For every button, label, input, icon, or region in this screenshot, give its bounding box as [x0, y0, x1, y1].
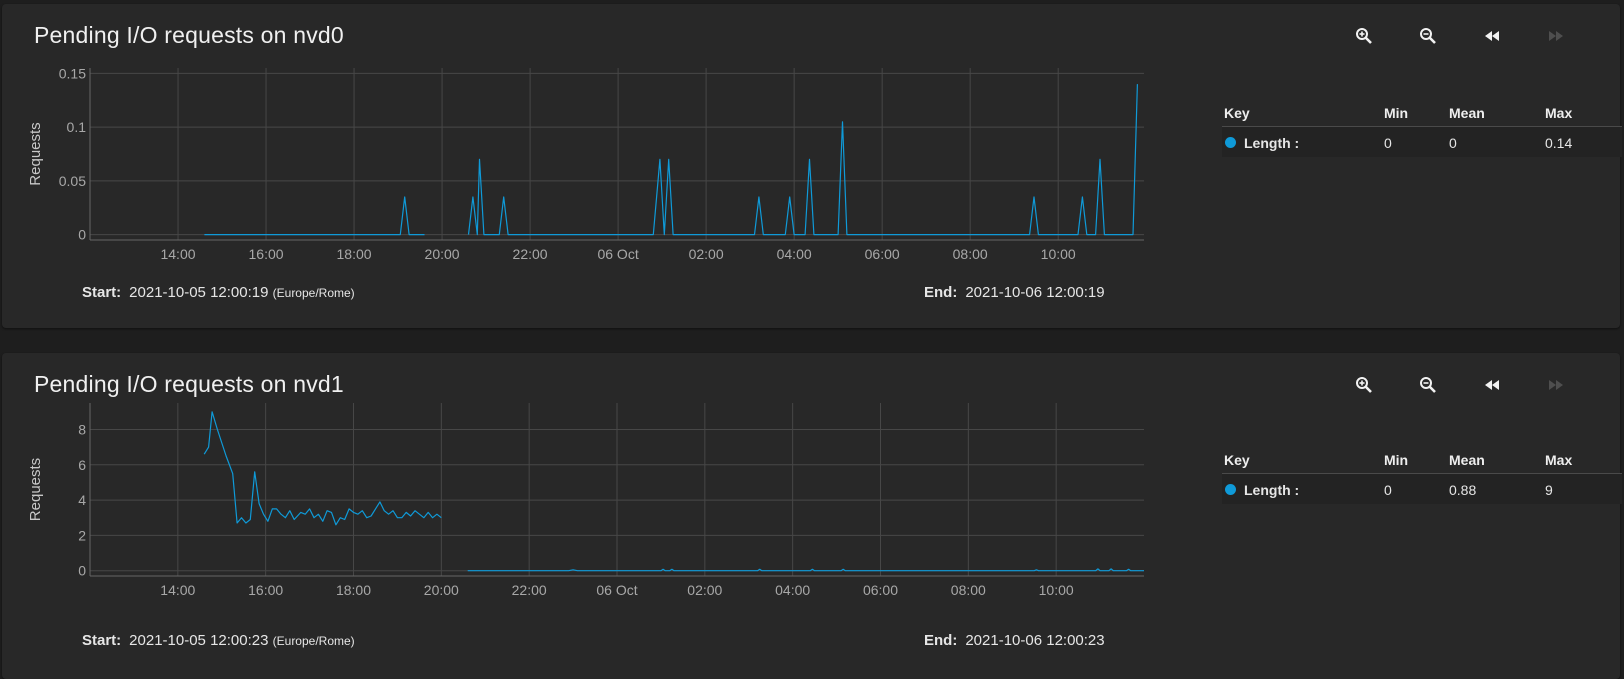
series-line-length	[203, 411, 442, 526]
x-tick-label: 02:00	[687, 582, 722, 598]
start-time: Start: 2021-10-05 12:00:23 (Europe/Rome)	[82, 632, 355, 649]
chart-plot: 14:00 16:00 18:00 20:00 22:00 06 Oct 02:00 04:0…	[27, 65, 1144, 262]
legend-series-name: Length :	[1244, 482, 1300, 498]
y-tick-label: 0.1	[67, 119, 87, 135]
x-tick-label: 22:00	[513, 246, 548, 262]
x-tick-label: 04:00	[777, 246, 812, 262]
x-tick-label: 20:00	[424, 582, 459, 598]
zoom-out-button[interactable]	[1414, 22, 1442, 50]
end-time: End: 2021-10-06 12:00:23	[924, 632, 1105, 649]
y-tick-label: 0.05	[59, 173, 86, 189]
legend-min-value: 0	[1384, 482, 1392, 498]
legend-table: Key Min Mean Max Length : 0 0 0.14	[1222, 100, 1622, 157]
x-tick-label: 02:00	[689, 246, 724, 262]
x-tick-label: 08:00	[953, 246, 988, 262]
zoom-in-button[interactable]	[1350, 22, 1378, 50]
legend-header-min: Min	[1384, 105, 1409, 121]
legend-header-max: Max	[1545, 452, 1573, 468]
legend-min-value: 0	[1384, 135, 1392, 151]
step-back-button[interactable]	[1478, 22, 1506, 50]
legend-header-mean: Mean	[1449, 452, 1485, 468]
x-tick-label: 16:00	[249, 246, 284, 262]
x-tick-label: 08:00	[951, 582, 986, 598]
x-tick-label: 22:00	[512, 582, 547, 598]
zoom-out-icon	[1420, 28, 1436, 44]
series-line-length	[204, 196, 425, 236]
step-forward-button[interactable]	[1542, 371, 1570, 399]
legend-mean-value: 0	[1449, 135, 1457, 151]
legend-table: Key Min Mean Max Length : 0 0.88 9	[1222, 447, 1622, 504]
legend-series-name: Length :	[1244, 135, 1300, 151]
y-tick-label: 0.15	[59, 65, 86, 81]
rewind-icon	[1485, 380, 1499, 390]
series-color-dot-icon	[1225, 484, 1236, 495]
step-forward-button[interactable]	[1542, 22, 1570, 50]
legend-header-key: Key	[1224, 105, 1250, 121]
chart-card-nvd0: Pending I/O requests on nvd0 14:00 16:00 1…	[2, 4, 1622, 328]
end-time: End: 2021-10-06 12:00:19	[924, 284, 1105, 301]
zoom-in-icon	[1356, 377, 1372, 393]
legend-max-value: 0.14	[1545, 135, 1573, 151]
chart-card-nvd1: Pending I/O requests on nvd1 14:00 16:00 1…	[2, 353, 1622, 679]
y-tick-label: 4	[78, 492, 86, 508]
rewind-icon	[1485, 31, 1499, 41]
series-line-length	[467, 568, 1144, 572]
x-tick-label: 14:00	[160, 582, 195, 598]
x-tick-label: 06 Oct	[596, 582, 637, 598]
x-tick-label: 10:00	[1039, 582, 1074, 598]
x-tick-label: 18:00	[336, 582, 371, 598]
x-tick-label: 04:00	[775, 582, 810, 598]
legend-row[interactable]: Length : 0 0.88 9	[1222, 474, 1622, 504]
legend-header-max: Max	[1545, 105, 1573, 121]
x-tick-label: 06:00	[865, 246, 900, 262]
x-tick-label: 16:00	[248, 582, 283, 598]
zoom-out-icon	[1420, 377, 1436, 393]
legend-max-value: 9	[1545, 482, 1553, 498]
y-tick-label: 6	[78, 457, 86, 473]
y-tick-label: 0	[78, 563, 86, 579]
x-tick-label: 14:00	[160, 246, 195, 262]
legend-header-mean: Mean	[1449, 105, 1485, 121]
step-back-button[interactable]	[1478, 371, 1506, 399]
y-tick-label: 2	[78, 527, 86, 543]
x-tick-label: 20:00	[425, 246, 460, 262]
legend-header: Key Min Mean Max	[1222, 100, 1622, 127]
y-axis-label: Requests	[27, 458, 44, 521]
x-tick-label: 06 Oct	[597, 246, 638, 262]
legend-header: Key Min Mean Max	[1222, 447, 1622, 474]
y-tick-label: 8	[78, 421, 86, 437]
series-line-length	[467, 84, 1138, 236]
series-color-dot-icon	[1225, 137, 1236, 148]
y-tick-label: 0	[78, 227, 86, 243]
fast-forward-icon	[1549, 31, 1563, 41]
x-tick-label: 18:00	[337, 246, 372, 262]
legend-mean-value: 0.88	[1449, 482, 1477, 498]
zoom-in-button[interactable]	[1350, 371, 1378, 399]
legend-header-key: Key	[1224, 452, 1250, 468]
zoom-out-button[interactable]	[1414, 371, 1442, 399]
x-tick-label: 06:00	[863, 582, 898, 598]
fast-forward-icon	[1549, 380, 1563, 390]
legend-row[interactable]: Length : 0 0 0.14	[1222, 127, 1622, 157]
x-tick-label: 10:00	[1041, 246, 1076, 262]
start-time: Start: 2021-10-05 12:00:19 (Europe/Rome)	[82, 284, 355, 301]
y-axis-label: Requests	[27, 122, 44, 185]
legend-header-min: Min	[1384, 452, 1409, 468]
chart-plot: 14:00 16:00 18:00 20:00 22:00 06 Oct 02:00 04:0…	[27, 403, 1144, 598]
zoom-in-icon	[1356, 28, 1372, 44]
